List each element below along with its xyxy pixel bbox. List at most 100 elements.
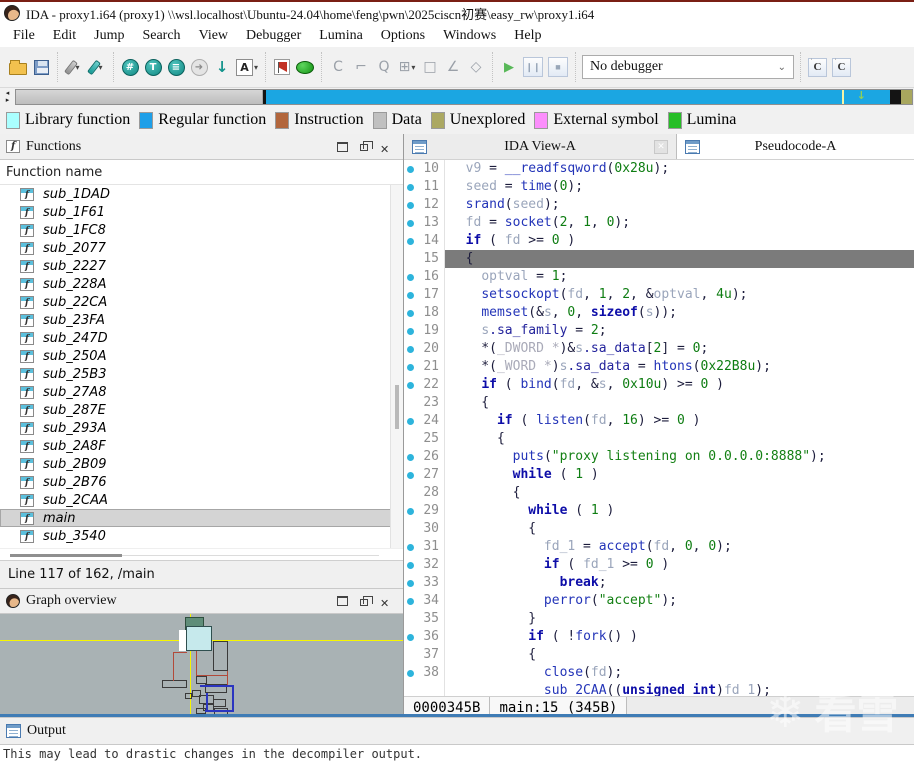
breakpoint-flag-button[interactable] [272,55,292,79]
function-row[interactable]: sub_3540 [0,527,403,545]
tab-ida-view-a[interactable]: IDA View-A [404,134,677,159]
function-row[interactable]: sub_1FC8 [0,221,403,239]
code-line[interactable]: 22 if ( bind(fd, &s, 0x10u) >= 0 ) [404,376,914,394]
save-file-button[interactable] [31,55,51,79]
marker-pen-teal-button[interactable]: ▾ [87,55,107,79]
tab-pseudocode-a[interactable]: Pseudocode-A [677,134,914,159]
code-line[interactable]: 28 { [404,484,914,502]
copy-c-button[interactable]: C [328,55,348,79]
pseudocode-view[interactable]: 10 v9 = __readfsqword(0x28u);11 seed = t… [404,160,914,696]
scrollbar-thumb[interactable] [10,554,122,557]
function-row[interactable]: sub_2A8F [0,437,403,455]
code-line[interactable]: 23 { [404,394,914,412]
tab-close-icon[interactable] [654,140,668,154]
navband-unexplored-segment[interactable] [901,90,912,104]
function-row[interactable]: sub_23FA [0,311,403,329]
debugger-select[interactable]: No debugger⌄ [582,55,794,79]
code-line[interactable]: 21 *(_WORD *)s.sa_data = htons(0x22B8u); [404,358,914,376]
code-line[interactable]: 16 optval = 1; [404,268,914,286]
code-line[interactable]: 26 puts("proxy listening on 0.0.0.0:8888… [404,448,914,466]
function-row[interactable]: sub_2B09 [0,455,403,473]
function-row[interactable]: sub_2077 [0,239,403,257]
code-line[interactable]: 38 close(fd); [404,664,914,682]
lumina-ellipse-button[interactable] [295,55,315,79]
navband-data-segment[interactable] [16,90,263,104]
scrollbar-thumb[interactable] [395,385,399,429]
open-file-button[interactable] [8,55,28,79]
code-line[interactable]: 14 if ( fd >= 0 ) [404,232,914,250]
menu-item-options[interactable]: Options [372,26,434,46]
menu-item-debugger[interactable]: Debugger [237,26,310,46]
function-row[interactable]: sub_2B76 [0,473,403,491]
jump-name-button[interactable]: T [143,55,163,79]
code-line[interactable]: 35 } [404,610,914,628]
menu-item-view[interactable]: View [190,26,237,46]
edit-button[interactable]: ∠ [443,55,463,79]
marker-pen-gray-button[interactable]: ▾ [64,55,84,79]
code-line[interactable]: 25 { [404,430,914,448]
code-line[interactable]: 33 break; [404,574,914,592]
menu-item-search[interactable]: Search [133,26,189,46]
code-line[interactable]: 34 perror("accept"); [404,592,914,610]
function-row[interactable]: sub_247D [0,329,403,347]
function-row[interactable]: sub_250A [0,347,403,365]
close-icon[interactable] [380,596,391,606]
navband-track[interactable] [15,89,913,105]
code-line[interactable]: 31 fd_1 = accept(fd, 0, 0); [404,538,914,556]
produce-c-header-button[interactable]: C [831,55,852,79]
float-icon[interactable] [360,144,368,151]
maximize-icon[interactable] [337,596,348,606]
function-row[interactable]: sub_287E [0,401,403,419]
diamond-button[interactable]: ◇ [466,55,486,79]
code-line[interactable]: 24 if ( listen(fd, 16) >= 0 ) [404,412,914,430]
function-row[interactable]: sub_25B3 [0,365,403,383]
produce-c-file-button[interactable]: C [807,55,828,79]
function-name-column-header[interactable]: Function name [0,160,403,185]
enum-button[interactable]: Q [374,55,394,79]
code-line[interactable]: 10 v9 = __readfsqword(0x28u); [404,160,914,178]
font-button[interactable]: A▾ [235,55,259,79]
code-line[interactable]: 32 if ( fd_1 >= 0 ) [404,556,914,574]
code-line[interactable]: 29 while ( 1 ) [404,502,914,520]
code-line[interactable]: 37 { [404,646,914,664]
jump-strings-button[interactable]: ≡ [166,55,186,79]
function-row[interactable]: sub_2227 [0,257,403,275]
code-line[interactable]: 13 fd = socket(2, 1, 0); [404,214,914,232]
debugger-pause-button[interactable]: ❙❙ [522,55,544,79]
code-line[interactable]: 11 seed = time(0); [404,178,914,196]
navband-right-arrow-icon[interactable] [6,97,10,104]
code-line[interactable]: 12 srand(seed); [404,196,914,214]
navigation-band[interactable] [0,88,914,106]
jump-address-button[interactable]: # [120,55,140,79]
struct-button[interactable]: ⌐ [351,55,371,79]
function-row[interactable]: sub_1DAD [0,185,403,203]
code-line[interactable]: 17 setsockopt(fd, 1, 2, &optval, 4u); [404,286,914,304]
navband-scroll-buttons[interactable] [0,88,15,106]
jump-problem-button[interactable]: ➜ [189,55,209,79]
navband-code-segment[interactable] [266,90,890,104]
menu-item-jump[interactable]: Jump [85,26,133,46]
code-line[interactable]: 18 memset(&s, 0, sizeof(s)); [404,304,914,322]
function-row[interactable]: sub_293A [0,419,403,437]
functions-horizontal-scrollbar[interactable] [0,548,403,560]
menu-item-help[interactable]: Help [505,26,550,46]
function-row[interactable]: sub_27A8 [0,383,403,401]
jump-entry-button[interactable]: ↓ [212,55,232,79]
menu-item-file[interactable]: File [4,26,44,46]
segments-button[interactable]: ⊞▾ [397,55,417,79]
graph-overview-canvas[interactable] [0,614,403,714]
function-row[interactable]: sub_2CAA [0,491,403,509]
close-icon[interactable] [380,142,391,152]
maximize-icon[interactable] [337,142,348,152]
selection-button[interactable]: □ [420,55,440,79]
debugger-stop-button[interactable]: ■ [547,55,569,79]
code-line[interactable]: 20 *(_DWORD *)&s.sa_data[2] = 0; [404,340,914,358]
code-line[interactable]: 36 if ( !fork() ) [404,628,914,646]
code-line[interactable]: 15 { [404,250,914,268]
code-line[interactable]: sub_2CAA((unsigned int)fd_1); [404,682,914,696]
functions-vertical-scrollbar[interactable] [390,185,403,548]
function-row[interactable]: sub_22CA [0,293,403,311]
function-row[interactable]: sub_228A [0,275,403,293]
function-row[interactable]: main [0,509,403,527]
code-line[interactable]: 27 while ( 1 ) [404,466,914,484]
